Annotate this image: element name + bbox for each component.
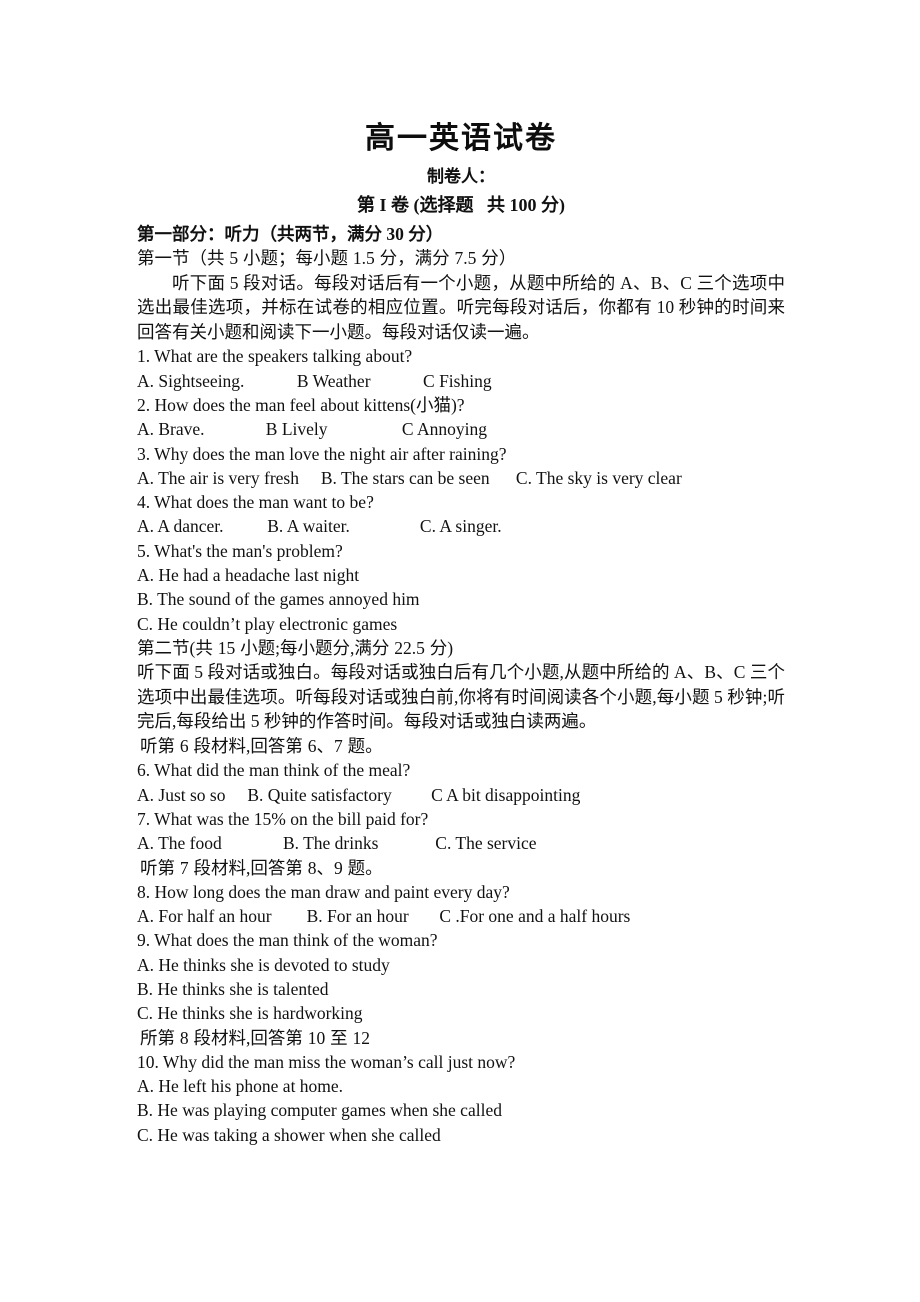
- question-option-9-a: A. He thinks she is devoted to study: [137, 954, 390, 975]
- question-option-9-b: B. He thinks she is talented: [137, 978, 329, 999]
- question-options-2: A. Brave. B Lively C Annoying: [137, 419, 487, 440]
- question-option-9-c: C. He thinks she is hardworking: [137, 1003, 363, 1024]
- question-option-10-c: C. He was taking a shower when she calle…: [137, 1124, 441, 1145]
- section-two-heading: 第二节(共 15 小题;每小题分,满分 22.5 分): [137, 637, 454, 658]
- page-title: 高一英语试卷: [365, 122, 557, 155]
- question-options-6: A. Just so so B. Quite satisfactory C A …: [137, 784, 581, 805]
- section-one-instructions: 听下面 5 段对话。每段对话后有一个小题，从题中所给的 A、B、C 三个选项中选…: [137, 272, 785, 342]
- part-one-heading: 第一部分：听力（共两节，满分 30 分）: [137, 224, 444, 244]
- question-stem-2: 2. How does the man feel about kittens(小…: [137, 394, 465, 415]
- question-option-10-b: B. He was playing computer games when sh…: [137, 1100, 502, 1121]
- section-two-instructions: 听下面 5 段对话或独白。每段对话或独白后有几个小题,从题中所给的 A、B、C …: [137, 662, 785, 732]
- question-options-8: A. For half an hour B. For an hour C .Fo…: [137, 906, 631, 927]
- paper-part-line: 第 I 卷 (选择题 共 100 分): [357, 195, 565, 215]
- material-note-10-12: 所第 8 段材料,回答第 10 至 12: [140, 1027, 370, 1048]
- question-stem-7: 7. What was the 15% on the bill paid for…: [137, 808, 429, 829]
- question-option-5-b: B. The sound of the games annoyed him: [137, 589, 420, 610]
- question-option-5-c: C. He couldn’t play electronic games: [137, 613, 398, 634]
- question-stem-1: 1. What are the speakers talking about?: [137, 346, 413, 367]
- question-options-3: A. The air is very fresh B. The stars ca…: [137, 467, 682, 488]
- material-note-6-7: 听第 6 段材料,回答第 6、7 题。: [140, 736, 383, 757]
- question-stem-8: 8. How long does the man draw and paint …: [137, 881, 510, 902]
- material-note-8-9: 听第 7 段材料,回答第 8、9 题。: [140, 857, 383, 878]
- question-stem-5: 5. What's the man's problem?: [137, 540, 343, 561]
- question-stem-9: 9. What does the man think of the woman?: [137, 930, 438, 951]
- question-options-4: A. A dancer. B. A waiter. C. A singer.: [137, 516, 502, 537]
- maker-line: 制卷人：: [427, 167, 495, 186]
- question-stem-4: 4. What does the man want to be?: [137, 492, 374, 513]
- question-stem-6: 6. What did the man think of the meal?: [137, 760, 411, 781]
- question-stem-10: 10. Why did the man miss the woman’s cal…: [137, 1051, 516, 1072]
- question-stem-3: 3. Why does the man love the night air a…: [137, 443, 507, 464]
- question-option-5-a: A. He had a headache last night: [137, 565, 360, 586]
- question-options-7: A. The food B. The drinks C. The service: [137, 833, 537, 854]
- question-option-10-a: A. He left his phone at home.: [137, 1076, 344, 1097]
- text-column: 高一英语试卷 制卷人： 第 I 卷 (选择题 共 100 分) 第一部分：听力（…: [137, 0, 785, 1147]
- question-options-1: A. Sightseeing. B Weather C Fishing: [137, 370, 492, 391]
- exam-paper-page: 高一英语试卷 制卷人： 第 I 卷 (选择题 共 100 分) 第一部分：听力（…: [0, 0, 920, 1302]
- section-one-heading: 第一节（共 5 小题；每小题 1.5 分，满分 7.5 分）: [137, 248, 517, 269]
